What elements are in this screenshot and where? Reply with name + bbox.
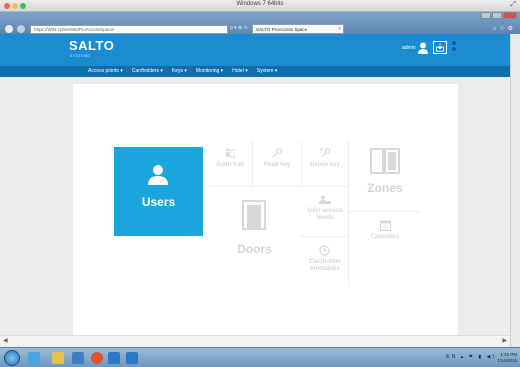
forward-button[interactable]	[16, 24, 26, 34]
status-dots-icon	[452, 41, 456, 53]
menu-items: Access points ▾ Cardholders ▾ Keys ▾ Mon…	[88, 68, 277, 74]
menu-access-points[interactable]: Access points ▾	[88, 68, 123, 74]
vertical-scrollbar[interactable]	[510, 34, 520, 347]
user-icon[interactable]	[418, 42, 428, 54]
audit-trail-label: Audit trail	[216, 162, 244, 168]
doors-label: Doors	[237, 242, 272, 256]
users-tile[interactable]: Users	[114, 147, 203, 236]
start-button[interactable]	[4, 350, 20, 366]
user-icon	[148, 165, 168, 185]
tab-close-icon[interactable]: ×	[338, 26, 341, 32]
menu-keys[interactable]: Keys ▾	[172, 68, 187, 74]
dashboard-card: Users Audit trail Read key Delete key Zo…	[73, 84, 458, 335]
media-taskbar-icon[interactable]	[72, 352, 84, 364]
browser-chrome: https://WIN-zphee060/ProAccessSpace/ ρ ▾…	[0, 12, 520, 34]
explorer-taskbar-icon[interactable]	[52, 352, 64, 364]
zones-tile[interactable]: Zones	[349, 142, 421, 211]
delete-key-tile[interactable]: Delete key	[302, 142, 348, 186]
zones-label: Zones	[367, 181, 403, 195]
address-bar[interactable]: https://WIN-zphee060/ProAccessSpace/	[30, 25, 228, 34]
main-menu: Access points ▾ Cardholders ▾ Keys ▾ Mon…	[0, 66, 510, 77]
horizontal-scrollbar[interactable]: ◀ ▶	[0, 335, 510, 347]
address-tools[interactable]: ρ ▾ ⊗ ↻	[230, 25, 248, 31]
doors-tile[interactable]: Doors	[208, 187, 301, 287]
salto-app-taskbar-icon[interactable]	[108, 352, 120, 364]
home-star-gear-icons[interactable]: ⌂☆⚙	[493, 25, 516, 32]
audit-trail-tile[interactable]: Audit trail	[208, 142, 252, 186]
page-body: Users Audit trail Read key Delete key Zo…	[0, 77, 510, 335]
calendars-tile[interactable]: Calendars	[349, 212, 421, 254]
clock-date: 7/14/2015	[496, 358, 517, 363]
menu-cardholders[interactable]: Cardholders ▾	[132, 68, 163, 74]
calendar-icon	[380, 220, 391, 231]
fullscreen-icon[interactable]: ⤢	[510, 1, 516, 9]
zones-icon	[370, 148, 400, 174]
delete-key-label: Delete key	[310, 162, 340, 168]
scroll-left-icon[interactable]: ◀	[3, 337, 8, 344]
clock[interactable]: 1:39 PM 7/14/2015	[497, 352, 517, 364]
window-controls	[480, 12, 517, 20]
menu-monitoring[interactable]: Monitoring ▾	[196, 68, 223, 74]
menu-system[interactable]: System ▾	[257, 68, 278, 74]
door-icon	[242, 200, 266, 230]
user-access-levels-tile[interactable]: User access levels	[302, 187, 348, 236]
window-title: Windows 7 64bits	[236, 1, 284, 7]
salto-logo: SALTO	[69, 38, 115, 53]
user-access-levels-label: User access levels	[307, 208, 343, 221]
menu-hotel[interactable]: Hotel ▾	[232, 68, 248, 74]
tab-title: SALTO ProAccess Space	[256, 27, 308, 32]
app-header: SALTO SYSTEMS admin	[0, 34, 510, 66]
scroll-right-icon[interactable]: ▶	[502, 337, 507, 344]
chrome-taskbar-icon[interactable]	[91, 352, 103, 364]
taskbar: EN ▴ ⚑ ▮ ◀) 1:39 PM 7/14/2015	[0, 347, 520, 367]
minimize-button[interactable]	[481, 12, 491, 19]
ie-taskbar-icon[interactable]	[28, 352, 40, 364]
os-titlebar: Windows 7 64bits ⤢	[0, 0, 520, 12]
access-levels-icon	[319, 195, 331, 204]
cardholder-timetables-label: Cardholder timetables	[308, 259, 341, 272]
tab-salto[interactable]: SALTO ProAccess Space ×	[252, 24, 344, 34]
read-key-tile[interactable]: Read key	[253, 142, 301, 186]
user-name[interactable]: admin	[402, 45, 416, 51]
audit-trail-icon	[226, 148, 235, 158]
users-label: Users	[141, 195, 176, 209]
close-button[interactable]	[503, 12, 517, 19]
cardholder-timetables-tile[interactable]: Cardholder timetables	[302, 237, 348, 287]
read-key-label: Read key	[263, 162, 291, 168]
system-tray[interactable]: EN ▴ ⚑ ▮ ◀)	[446, 354, 496, 360]
delete-key-icon	[320, 148, 331, 158]
logout-icon[interactable]	[433, 41, 447, 54]
maximize-button[interactable]	[492, 12, 502, 19]
key-icon	[272, 148, 282, 158]
salto-app2-taskbar-icon[interactable]	[126, 352, 138, 364]
salto-logo-sub: SYSTEMS	[70, 54, 91, 58]
clock-icon	[319, 245, 330, 256]
back-button[interactable]	[4, 24, 14, 34]
calendars-label: Calendars	[370, 234, 400, 240]
